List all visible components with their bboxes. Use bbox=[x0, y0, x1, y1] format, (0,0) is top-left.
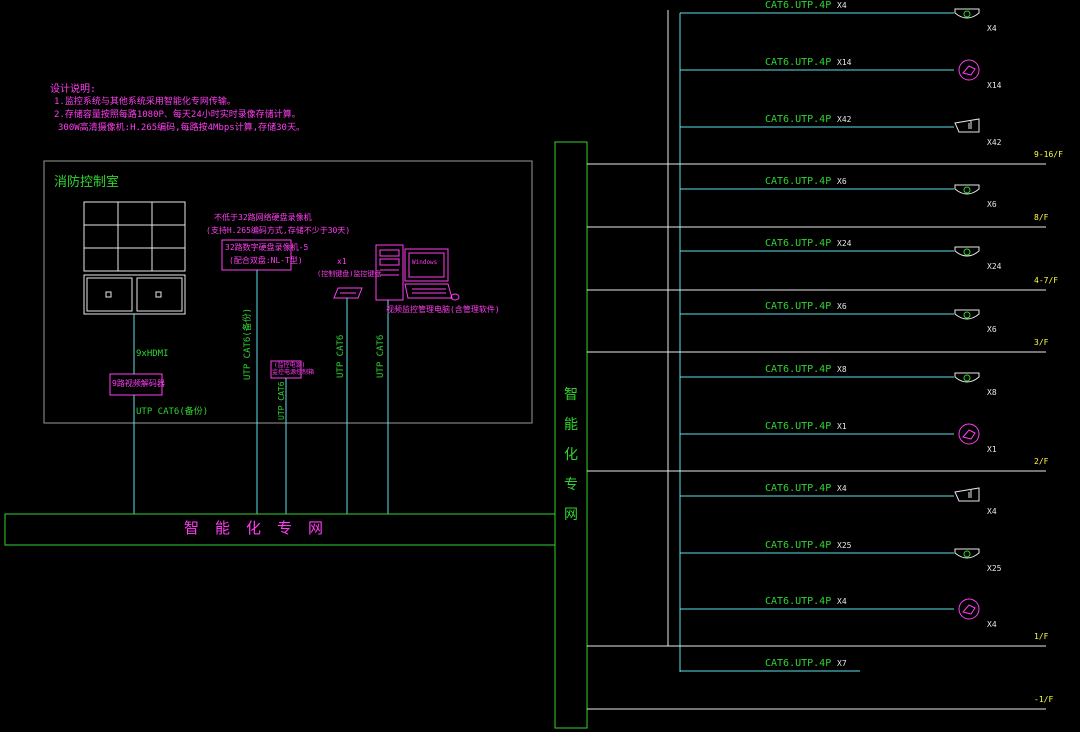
dome-camera-icon bbox=[954, 8, 980, 19]
branch-cable-label: CAT6.UTP.4P bbox=[765, 421, 832, 432]
branch-count-label: X4 bbox=[987, 507, 997, 516]
branch-count-label: X25 bbox=[987, 564, 1002, 573]
branch-cable-label: CAT6.UTP.4P bbox=[765, 364, 832, 375]
ptz-camera-icon bbox=[958, 423, 980, 445]
keyboard-icon bbox=[333, 287, 363, 299]
branch-count-label: X14 bbox=[987, 81, 1002, 90]
branch-count-label: X1 bbox=[987, 445, 997, 454]
floor-label: 4-7/F bbox=[1034, 276, 1059, 285]
hdmi-label: 9xHDMI bbox=[136, 349, 169, 359]
branch-layer bbox=[680, 8, 980, 672]
pc-label: 视频监控管理电脑(含管理软件) bbox=[386, 305, 500, 314]
branch-qty-label: X14 bbox=[837, 58, 852, 67]
notes-line-1: 1.监控系统与其他系统采用智能化专网传输。 bbox=[54, 97, 236, 107]
branch-qty-label: X6 bbox=[837, 177, 847, 186]
vertical-network-label: 智能化专网 bbox=[564, 387, 578, 523]
floor-label: 9-16/F bbox=[1034, 150, 1063, 159]
notes-title: 设计说明: bbox=[50, 84, 97, 95]
bullet-camera-icon bbox=[954, 487, 980, 502]
dome-camera-icon bbox=[954, 246, 980, 257]
keyboard-label: (控制键盘)监控键盘 bbox=[317, 270, 382, 278]
branch-qty-label: X6 bbox=[837, 302, 847, 311]
branch-cable-label: CAT6.UTP.4P bbox=[765, 0, 832, 11]
pc-screen-text: Windows bbox=[412, 259, 438, 266]
branch-cable-label: CAT6.UTP.4P bbox=[765, 176, 832, 187]
control-room-title: 消防控制室 bbox=[54, 175, 120, 190]
pc-cable-label: UTP CAT6 bbox=[376, 334, 386, 378]
branch-count-label: X42 bbox=[987, 138, 1002, 147]
branch-count-label: X4 bbox=[987, 620, 997, 629]
branch-cable-label: CAT6.UTP.4P bbox=[765, 114, 832, 125]
branch-qty-label: X24 bbox=[837, 239, 852, 248]
floor-label: 1/F bbox=[1034, 632, 1049, 641]
nvr-box-label-1: 32路数字硬盘录像机-5 bbox=[225, 243, 309, 252]
branch-count-label: X4 bbox=[987, 24, 997, 33]
branch-qty-label: X4 bbox=[837, 1, 847, 10]
floor-label: -1/F bbox=[1034, 695, 1054, 704]
keyboard-cable-label: UTP CAT6 bbox=[336, 334, 346, 378]
floor-label: 3/F bbox=[1034, 338, 1049, 347]
workstation-icon bbox=[375, 244, 460, 301]
branch-cable-label: CAT6.UTP.4P bbox=[765, 658, 832, 669]
branch-qty-label: X7 bbox=[837, 659, 847, 668]
branch-count-label: X8 bbox=[987, 388, 997, 397]
power-box-label-2: 监控电源控制箱 bbox=[272, 369, 315, 376]
floor-label: 8/F bbox=[1034, 213, 1049, 222]
decoder-label: 9路视频解码器 bbox=[112, 379, 165, 388]
horizontal-network-label: 智能化专网 bbox=[184, 519, 340, 537]
video-wall bbox=[83, 201, 186, 315]
branch-qty-label: X8 bbox=[837, 365, 847, 374]
notes-line-3: 300W高清摄像机:H.265编码,每路按4Mbps计算,存储30天。 bbox=[58, 123, 305, 133]
power-cable-label: UTP CAT6 bbox=[277, 381, 286, 420]
branch-qty-label: X1 bbox=[837, 422, 847, 431]
dome-camera-icon bbox=[954, 372, 980, 383]
ptz-camera-icon bbox=[958, 598, 980, 620]
notes-line-2: 2.存储容量按照每路1080P、每天24小时实时录像存储计算。 bbox=[54, 110, 301, 120]
branch-qty-label: X4 bbox=[837, 597, 847, 606]
ptz-camera-icon bbox=[958, 59, 980, 81]
floor-label: 2/F bbox=[1034, 457, 1049, 466]
nvr-note-1: 不低于32路网络硬盘录像机 bbox=[214, 213, 312, 222]
decoder-uplink-label: UTP CAT6(备份) bbox=[136, 407, 209, 417]
keyboard-note: x1 bbox=[337, 257, 347, 266]
branch-cable-label: CAT6.UTP.4P bbox=[765, 540, 832, 551]
branch-qty-label: X4 bbox=[837, 484, 847, 493]
bullet-camera-icon bbox=[954, 118, 980, 133]
nvr-cable-label: UTP CAT6(备份) bbox=[243, 307, 253, 380]
branch-count-label: X6 bbox=[987, 325, 997, 334]
nvr-box-label-2: (配合双盘:NL-T型) bbox=[229, 256, 303, 265]
branch-cable-label: CAT6.UTP.4P bbox=[765, 238, 832, 249]
branch-count-label: X24 bbox=[987, 262, 1002, 271]
branch-count-label: X6 bbox=[987, 200, 997, 209]
dome-camera-icon bbox=[954, 184, 980, 195]
branch-cable-label: CAT6.UTP.4P bbox=[765, 301, 832, 312]
nvr-note-2: (支持H.265编码方式,存储不少于30天) bbox=[206, 226, 351, 235]
branch-qty-label: X25 bbox=[837, 541, 852, 550]
dome-camera-icon bbox=[954, 548, 980, 559]
branch-cable-label: CAT6.UTP.4P bbox=[765, 596, 832, 607]
branch-qty-label: X42 bbox=[837, 115, 852, 124]
branch-cable-label: CAT6.UTP.4P bbox=[765, 483, 832, 494]
branch-cable-label: CAT6.UTP.4P bbox=[765, 57, 832, 68]
dome-camera-icon bbox=[954, 309, 980, 320]
